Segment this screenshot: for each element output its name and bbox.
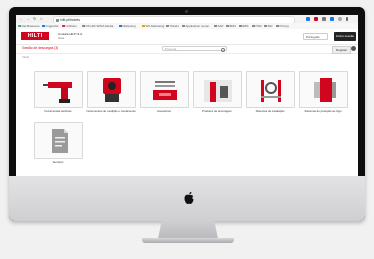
- apple-logo-icon: [184, 192, 194, 204]
- search-icon[interactable]: [220, 48, 225, 52]
- category-label[interactable]: Produtos de ancoragem: [188, 109, 246, 113]
- anchoring-icon: [204, 80, 232, 102]
- extension-icon[interactable]: [314, 17, 318, 21]
- lock-icon: [56, 18, 59, 22]
- account-subtitle: Ideia: [58, 36, 65, 40]
- bookmark[interactable]: WS Marketing: [142, 24, 164, 28]
- breadcrumb[interactable]: Início: [22, 55, 29, 59]
- power-tool-icon: [43, 82, 72, 103]
- category-label[interactable]: Ferramentas elétricas: [29, 109, 87, 113]
- browser-screen: ← → ↻ ⌂ hilti.pt/tickets Dal-Brasserie O…: [16, 15, 358, 176]
- bookmark[interactable]: DS Hilti SPRA Media: [82, 24, 113, 28]
- extension-icon[interactable]: [322, 17, 326, 21]
- bookmark[interactable]: Pricing: [276, 24, 289, 28]
- page-toolbar: Gestão de descargas (3) Procurar Regista…: [16, 44, 358, 54]
- extension-icon[interactable]: [330, 17, 334, 21]
- bookmark[interactable]: Organizar: [42, 24, 59, 28]
- bookmark[interactable]: Dal-Brasserie: [18, 24, 40, 28]
- search-input[interactable]: Procurar: [162, 46, 227, 52]
- menu-kebab-icon[interactable]: [346, 17, 348, 21]
- services-document-icon: [52, 129, 68, 153]
- bookmark[interactable]: EBS: [239, 24, 249, 28]
- category-tile-anchoring[interactable]: [193, 71, 242, 108]
- category-tile-fire-protection[interactable]: [299, 71, 348, 108]
- language-select[interactable]: Português: [303, 33, 328, 40]
- bookmark[interactable]: SIR: [264, 24, 273, 28]
- forward-arrow-icon[interactable]: →: [26, 17, 30, 21]
- downloads-link[interactable]: Gestão de descargas (3): [22, 46, 58, 51]
- register-button[interactable]: Registar: [332, 45, 351, 54]
- bookmark[interactable]: BMU: [226, 24, 236, 28]
- bookmark[interactable]: Application center: [182, 24, 209, 28]
- category-label[interactable]: Acessórios: [135, 109, 193, 113]
- bookmark[interactable]: Marketing: [119, 24, 136, 28]
- bookmark[interactable]: Tickets: [166, 24, 179, 28]
- browser-tab-bar: ← → ↻ ⌂ hilti.pt/tickets: [16, 15, 358, 24]
- category-tile-power-tools[interactable]: [34, 71, 83, 108]
- category-tile-installation[interactable]: [246, 71, 295, 108]
- fire-protection-icon: [314, 78, 336, 102]
- category-label[interactable]: Instrumentos de medição e nivelamento: [82, 109, 140, 113]
- home-icon[interactable]: ⌂: [40, 17, 42, 21]
- monitor-stand-base: [142, 238, 234, 243]
- profile-avatar[interactable]: [338, 17, 342, 21]
- login-button[interactable]: Iniciar sessão: [334, 32, 356, 41]
- extension-icon[interactable]: [306, 17, 310, 21]
- back-arrow-icon[interactable]: ←: [19, 17, 23, 21]
- bookmark[interactable]: Collision: [62, 24, 77, 28]
- bookmark[interactable]: SAP: [214, 24, 224, 28]
- category-label[interactable]: Sistemas de proteção ao fogo: [294, 109, 352, 113]
- reload-icon[interactable]: ↻: [33, 17, 36, 21]
- category-label[interactable]: Serviços: [29, 160, 87, 164]
- hilti-logo[interactable]: HILTI: [21, 32, 49, 40]
- installation-system-icon: [261, 80, 281, 102]
- webcam: [185, 10, 188, 13]
- site-header: HILTI Conta/a HILTI S.A. Ideia Português…: [16, 29, 358, 45]
- category-tile-accessories[interactable]: [140, 71, 189, 108]
- gear-icon[interactable]: [351, 46, 356, 51]
- monitor-stand-neck: [158, 221, 218, 239]
- category-label[interactable]: Sistemas de instalação: [241, 109, 299, 113]
- accessories-icon: [153, 81, 177, 100]
- category-tile-services[interactable]: [34, 122, 83, 159]
- search-placeholder: Procurar: [165, 47, 177, 51]
- url-text: hilti.pt/tickets: [60, 18, 81, 22]
- bookmark[interactable]: PSR: [252, 24, 262, 28]
- category-tile-measuring[interactable]: [87, 71, 136, 108]
- measuring-instrument-icon: [103, 78, 121, 102]
